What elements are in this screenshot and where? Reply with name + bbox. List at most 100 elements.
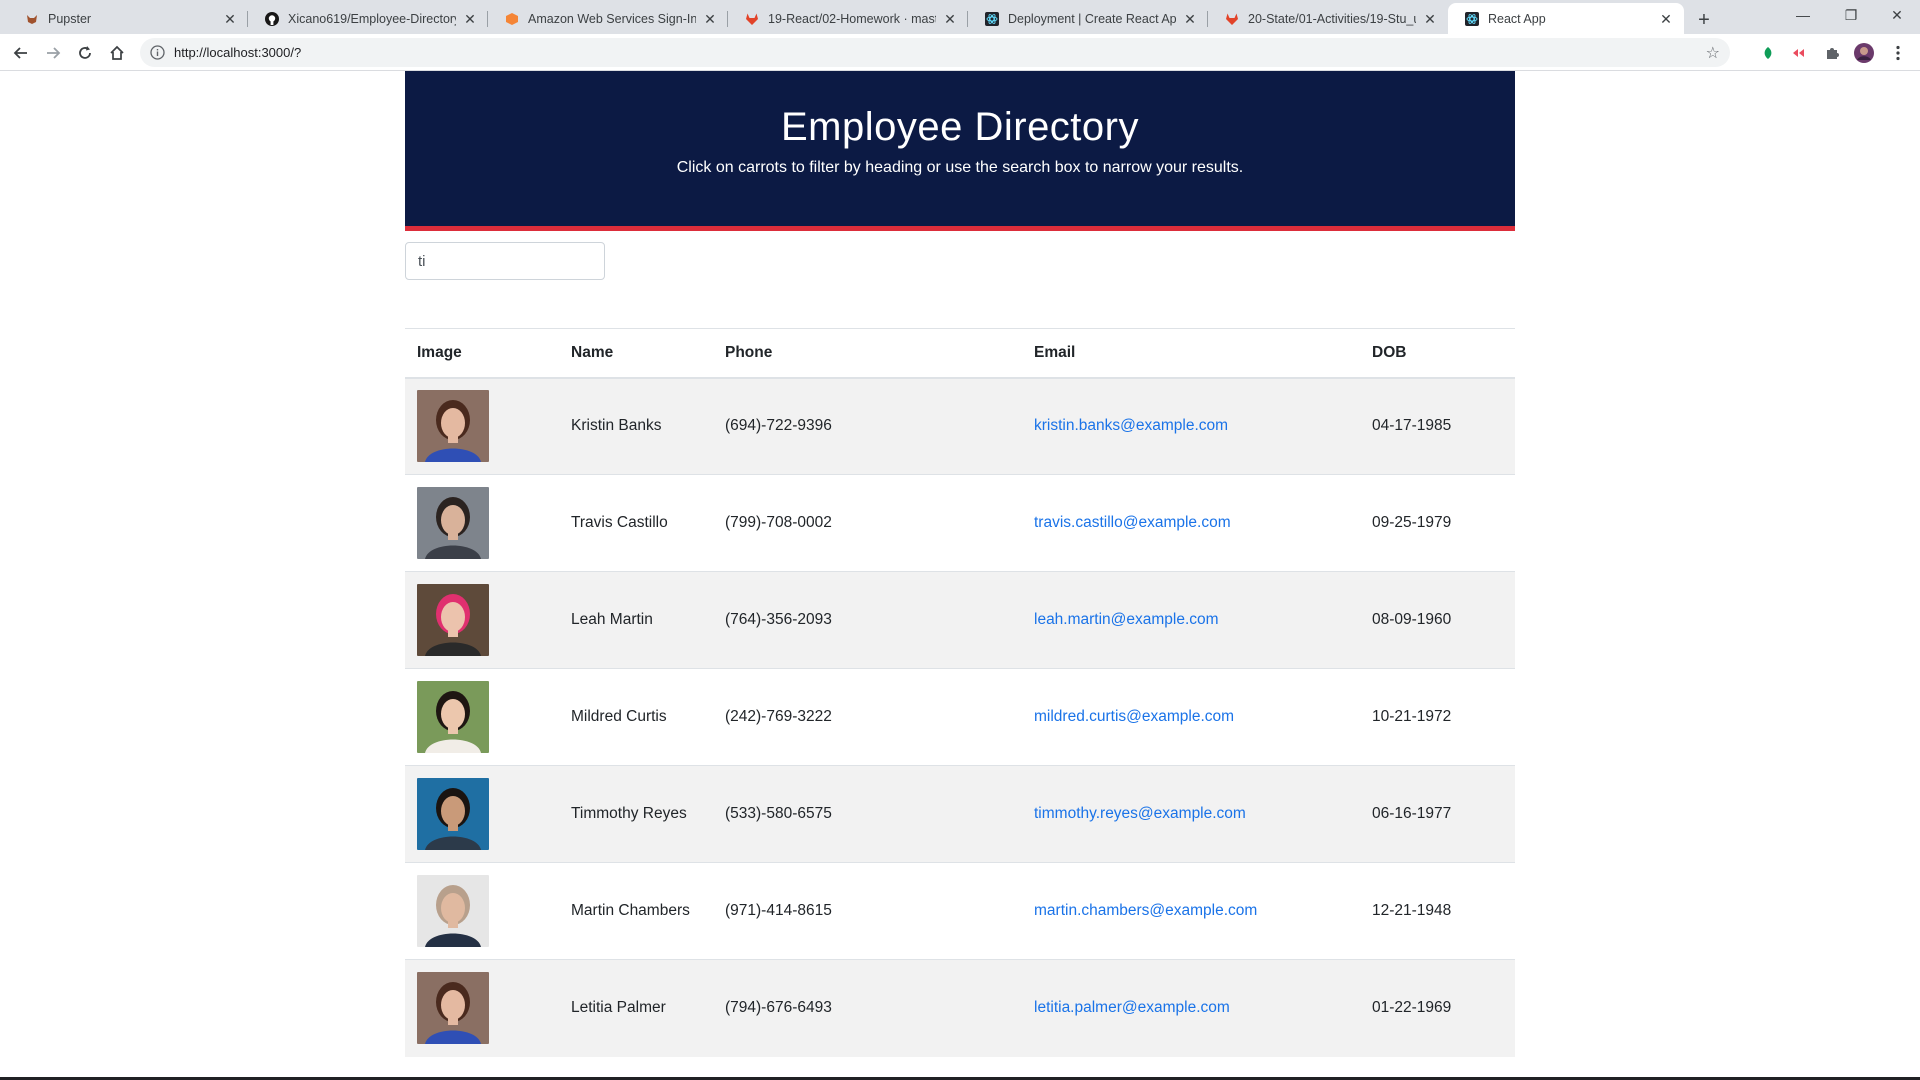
dog-icon [24, 11, 40, 27]
back-icon[interactable] [8, 40, 34, 66]
browser-toolbar: http://localhost:3000/? ☆ [0, 34, 1920, 71]
table-row: Travis Castillo (799)-708-0002 travis.cast… [405, 474, 1515, 572]
main-container: Employee Directory Click on carrots to f… [405, 71, 1515, 1057]
close-icon[interactable]: ✕ [1658, 11, 1674, 27]
browser-tabstrip: Pupster ✕ Xicano619/Employee-Directory: … [0, 0, 1920, 34]
image-cell [405, 862, 559, 960]
table-row: Leah Martin (764)-356-2093 leah.martin@exa… [405, 571, 1515, 669]
react-icon [1464, 11, 1480, 27]
tab-title: Deployment | Create React App [1008, 11, 1176, 26]
employee-email-link[interactable]: martin.chambers@example.com [1034, 902, 1257, 919]
column-header-dob[interactable]: DOB [1360, 328, 1515, 379]
employee-name: Leah Martin [559, 571, 713, 669]
address-url: http://localhost:3000/? [174, 45, 302, 60]
table-row: Kristin Banks (694)-722-9396 kristin.banks… [405, 377, 1515, 475]
avatar [417, 681, 489, 753]
table-header-row: Image Name Phone Email DOB [405, 328, 1515, 379]
column-header-image[interactable]: Image [405, 328, 559, 379]
minimize-icon[interactable]: — [1780, 0, 1826, 30]
tab-github[interactable]: Xicano619/Employee-Directory: / ✕ [248, 3, 488, 34]
avatar [417, 972, 489, 1045]
info-icon[interactable] [150, 45, 165, 60]
employee-email-cell: kristin.banks@example.com [1022, 377, 1360, 475]
employee-phone: (764)-356-2093 [713, 571, 1022, 669]
avatar [417, 390, 489, 463]
gitlab-icon [744, 11, 760, 27]
employee-email-cell: travis.castillo@example.com [1022, 474, 1360, 572]
close-icon[interactable]: ✕ [462, 11, 478, 27]
tab-title: 20-State/01-Activities/19-Stu_use [1248, 11, 1416, 26]
employee-email-link[interactable]: travis.castillo@example.com [1034, 514, 1231, 531]
employee-table: Image Name Phone Email DOB Kristin Banks… [405, 328, 1515, 1057]
avatar [417, 778, 489, 850]
react-icon [984, 11, 1000, 27]
tab-title: Xicano619/Employee-Directory: / [288, 11, 456, 26]
reload-icon[interactable] [72, 40, 98, 66]
close-icon[interactable]: ✕ [942, 11, 958, 27]
employee-email-cell: leah.martin@example.com [1022, 571, 1360, 669]
extensions-puzzle-icon[interactable] [1822, 43, 1842, 63]
employee-email-link[interactable]: mildred.curtis@example.com [1034, 708, 1234, 725]
employee-email-cell: martin.chambers@example.com [1022, 862, 1360, 960]
tab-gitlab-state[interactable]: 20-State/01-Activities/19-Stu_use ✕ [1208, 3, 1448, 34]
page-title: Employee Directory [780, 105, 1139, 149]
image-cell [405, 765, 559, 863]
avatar [417, 875, 489, 947]
tab-react-app[interactable]: React App ✕ [1448, 3, 1684, 34]
column-header-email[interactable]: Email [1022, 328, 1360, 379]
search-input[interactable] [405, 242, 605, 280]
employee-dob: 09-25-1979 [1360, 474, 1515, 572]
employee-email-cell: mildred.curtis@example.com [1022, 668, 1360, 766]
tab-aws[interactable]: Amazon Web Services Sign-In ✕ [488, 3, 728, 34]
column-header-phone[interactable]: Phone [713, 328, 1022, 379]
employee-name: Kristin Banks [559, 377, 713, 475]
profile-avatar[interactable] [1854, 43, 1874, 63]
image-cell [405, 668, 559, 766]
employee-phone: (971)-414-8615 [713, 862, 1022, 960]
aws-icon [504, 11, 520, 27]
image-cell [405, 474, 559, 572]
employee-name: Mildred Curtis [559, 668, 713, 766]
employee-phone: (242)-769-3222 [713, 668, 1022, 766]
column-header-name[interactable]: Name [559, 328, 713, 379]
close-icon[interactable]: ✕ [1422, 11, 1438, 27]
employee-name: Travis Castillo [559, 474, 713, 572]
employee-dob: 08-09-1960 [1360, 571, 1515, 669]
employee-dob: 12-21-1948 [1360, 862, 1515, 960]
tab-pupster[interactable]: Pupster ✕ [8, 3, 248, 34]
close-icon[interactable]: ✕ [222, 11, 238, 27]
page-subtitle: Click on carrots to filter by heading or… [676, 159, 1244, 176]
tab-gitlab-homework[interactable]: 19-React/02-Homework · master ✕ [728, 3, 968, 34]
table-row: Letitia Palmer (794)-676-6493 letitia.palm… [405, 959, 1515, 1057]
employee-name: Timmothy Reyes [559, 765, 713, 863]
employee-email-link[interactable]: leah.martin@example.com [1034, 611, 1219, 628]
employee-email-link[interactable]: timmothy.reyes@example.com [1034, 805, 1246, 822]
tab-title: 19-React/02-Homework · master [768, 11, 936, 26]
table-row: Martin Chambers (971)-414-8615 martin.cham… [405, 862, 1515, 960]
address-bar[interactable]: http://localhost:3000/? ☆ [140, 38, 1730, 67]
employee-dob: 10-21-1972 [1360, 668, 1515, 766]
close-icon[interactable]: ✕ [702, 11, 718, 27]
forward-icon[interactable] [40, 40, 66, 66]
browser-menu-icon[interactable] [1888, 43, 1908, 63]
employee-email-link[interactable]: letitia.palmer@example.com [1034, 999, 1230, 1016]
employee-email-link[interactable]: kristin.banks@example.com [1034, 417, 1228, 434]
restore-icon[interactable]: ❐ [1828, 0, 1874, 30]
extension-green-icon[interactable] [1758, 43, 1778, 63]
extension-red-icon[interactable] [1790, 43, 1810, 63]
employee-name: Martin Chambers [559, 862, 713, 960]
page-viewport: Employee Directory Click on carrots to f… [0, 71, 1920, 1076]
avatar [417, 487, 489, 559]
header-banner: Employee Directory Click on carrots to f… [405, 71, 1515, 231]
tab-deployment[interactable]: Deployment | Create React App ✕ [968, 3, 1208, 34]
bookmark-star-icon[interactable]: ☆ [1706, 43, 1720, 63]
employee-phone: (794)-676-6493 [713, 959, 1022, 1057]
employee-dob: 06-16-1977 [1360, 765, 1515, 863]
close-window-icon[interactable]: ✕ [1874, 0, 1920, 30]
table-row: Mildred Curtis (242)-769-3222 mildred.curt… [405, 668, 1515, 766]
employee-email-cell: letitia.palmer@example.com [1022, 959, 1360, 1057]
employee-email-cell: timmothy.reyes@example.com [1022, 765, 1360, 863]
close-icon[interactable]: ✕ [1182, 11, 1198, 27]
home-icon[interactable] [104, 40, 130, 66]
new-tab-button[interactable]: + [1690, 6, 1718, 34]
